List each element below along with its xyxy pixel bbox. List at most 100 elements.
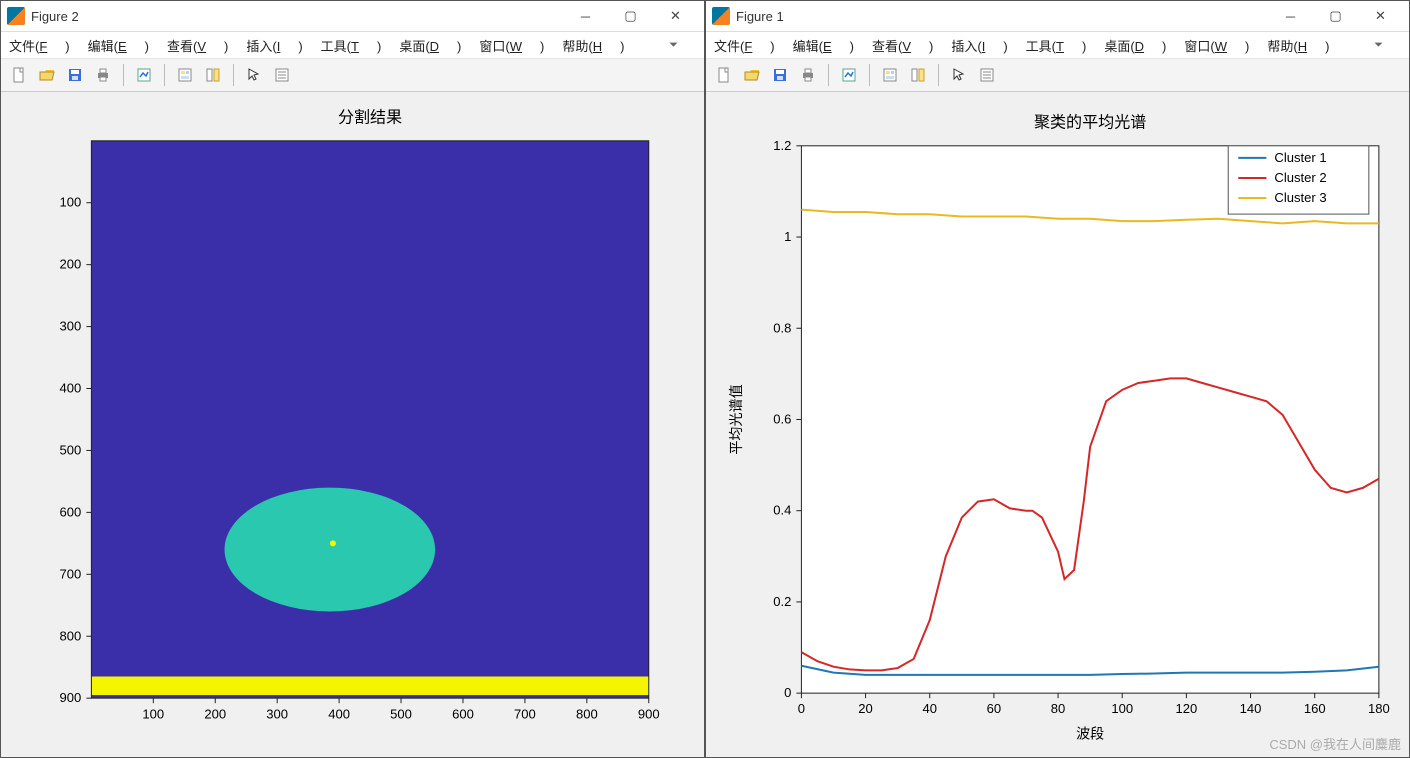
close-button[interactable]: ✕ — [1358, 2, 1403, 30]
minimize-button[interactable]: ─ — [1268, 2, 1313, 30]
x-tick-label: 60 — [987, 701, 1002, 716]
toolbar[interactable] — [706, 59, 1409, 92]
y-tick-label: 1.2 — [773, 138, 791, 153]
chart-title: 聚类的平均光谱 — [1034, 114, 1146, 132]
menu-item[interactable]: 文件(F) — [9, 36, 70, 55]
menu-item[interactable]: 查看(V) — [167, 36, 228, 55]
x-tick-label: 200 — [204, 706, 226, 721]
desktop: Figure 2 ─ ▢ ✕ 文件(F) 编辑(E) 查看(V) 插入(I) 工具(T)… — [0, 0, 1410, 758]
data-cursor-icon[interactable] — [173, 63, 197, 87]
x-tick-label: 0 — [798, 701, 805, 716]
menu-item[interactable]: 文件(F) — [714, 36, 775, 55]
new-icon[interactable] — [712, 63, 736, 87]
menu-item[interactable]: 桌面(D) — [1104, 36, 1166, 55]
menu-item[interactable]: 编辑(E) — [793, 36, 854, 55]
menubar-overflow-icon[interactable]: ⏷ — [1374, 39, 1383, 52]
y-tick-label: 300 — [60, 319, 82, 334]
figure-1-window: Figure 1 ─ ▢ ✕ 文件(F) 编辑(E) 查看(V) 插入(I) 工具(T)… — [705, 0, 1410, 758]
menu-item[interactable]: 工具(T) — [1026, 36, 1087, 55]
figure-2-window: Figure 2 ─ ▢ ✕ 文件(F) 编辑(E) 查看(V) 插入(I) 工具(T)… — [0, 0, 705, 758]
menu-item[interactable]: 插入(I) — [951, 36, 1007, 55]
x-tick-label: 140 — [1240, 701, 1262, 716]
pointer-icon[interactable] — [242, 63, 266, 87]
menubar[interactable]: 文件(F) 编辑(E) 查看(V) 插入(I) 工具(T) 桌面(D) 窗口(W) 帮助(H)… — [1, 32, 704, 59]
x-tick-label: 40 — [922, 701, 937, 716]
x-tick-label: 300 — [266, 706, 288, 721]
spectra-chart: 聚类的平均光谱 0 20 40 60 80 100 120 140 160 180 0 0.2 0.4 0.… — [706, 92, 1409, 757]
legend-label: Cluster 2 — [1274, 170, 1326, 185]
new-icon[interactable] — [7, 63, 31, 87]
y-tick-label: 100 — [60, 195, 82, 210]
save-icon[interactable] — [63, 63, 87, 87]
data-cursor-icon[interactable] — [878, 63, 902, 87]
x-tick-label: 120 — [1175, 701, 1197, 716]
x-tick-label: 160 — [1304, 701, 1326, 716]
y-tick-label: 0.6 — [773, 411, 791, 426]
x-tick-label: 100 — [142, 706, 164, 721]
minimize-button[interactable]: ─ — [563, 2, 608, 30]
y-tick-label: 600 — [60, 504, 82, 519]
menu-item[interactable]: 插入(I) — [246, 36, 302, 55]
toolbar[interactable] — [1, 59, 704, 92]
menu-item[interactable]: 帮助(H) — [1267, 36, 1329, 55]
menu-item[interactable]: 查看(V) — [872, 36, 933, 55]
menu-item[interactable]: 窗口(W) — [479, 36, 544, 55]
plot-area: 分割结果 100 200 300 400 500 600 700 800 900 100 200 300… — [1, 92, 704, 757]
x-tick-label: 80 — [1051, 701, 1066, 716]
y-tick-label: 900 — [60, 690, 82, 705]
y-tick-label: 0 — [784, 685, 791, 700]
axes-box — [801, 146, 1378, 693]
menubar[interactable]: 文件(F) 编辑(E) 查看(V) 插入(I) 工具(T) 桌面(D) 窗口(W) 帮助(H)… — [706, 32, 1409, 59]
x-tick-label: 700 — [514, 706, 536, 721]
y-tick-label: 200 — [60, 257, 82, 272]
print-icon[interactable] — [91, 63, 115, 87]
y-tick-label: 400 — [60, 381, 82, 396]
menu-item[interactable]: 帮助(H) — [562, 36, 624, 55]
print-icon[interactable] — [796, 63, 820, 87]
segmentation-chart: 分割结果 100 200 300 400 500 600 700 800 900 100 200 300… — [1, 92, 704, 757]
region-speck — [330, 540, 336, 546]
print-figure-icon[interactable] — [837, 63, 861, 87]
x-tick-label: 800 — [576, 706, 598, 721]
edit-plot-icon[interactable] — [975, 63, 999, 87]
menu-item[interactable]: 工具(T) — [321, 36, 382, 55]
window-title: Figure 1 — [736, 9, 784, 24]
region-strip — [91, 676, 648, 695]
matlab-logo-icon — [7, 7, 25, 25]
edit-plot-icon[interactable] — [270, 63, 294, 87]
chart-title: 分割结果 — [338, 109, 402, 127]
print-figure-icon[interactable] — [132, 63, 156, 87]
x-axis-label: 波段 — [1076, 725, 1104, 741]
legend-label: Cluster 1 — [1274, 150, 1326, 165]
y-tick-label: 0.4 — [773, 503, 791, 518]
x-tick-label: 20 — [858, 701, 873, 716]
titlebar[interactable]: Figure 2 ─ ▢ ✕ — [1, 1, 704, 32]
open-icon[interactable] — [35, 63, 59, 87]
x-tick-label: 600 — [452, 706, 474, 721]
region-blob — [225, 488, 436, 612]
pointer-icon[interactable] — [947, 63, 971, 87]
x-tick-label: 500 — [390, 706, 412, 721]
y-tick-label: 0.2 — [773, 594, 791, 609]
region-background — [91, 141, 648, 698]
y-tick-label: 0.8 — [773, 320, 791, 335]
close-button[interactable]: ✕ — [653, 2, 698, 30]
open-icon[interactable] — [740, 63, 764, 87]
menu-item[interactable]: 窗口(W) — [1184, 36, 1249, 55]
y-tick-label: 1 — [784, 229, 791, 244]
titlebar[interactable]: Figure 1 ─ ▢ ✕ — [706, 1, 1409, 32]
maximize-button[interactable]: ▢ — [1313, 2, 1358, 30]
plot-area: 聚类的平均光谱 0 20 40 60 80 100 120 140 160 180 0 0.2 0.4 0.… — [706, 92, 1409, 757]
y-axis-label: 平均光谱值 — [728, 384, 744, 454]
menu-item[interactable]: 编辑(E) — [88, 36, 149, 55]
save-icon[interactable] — [768, 63, 792, 87]
maximize-button[interactable]: ▢ — [608, 2, 653, 30]
link-icon[interactable] — [906, 63, 930, 87]
menu-item[interactable]: 桌面(D) — [399, 36, 461, 55]
x-tick-label: 100 — [1111, 701, 1133, 716]
link-icon[interactable] — [201, 63, 225, 87]
x-tick-label: 900 — [638, 706, 660, 721]
x-tick-label: 180 — [1368, 701, 1390, 716]
menubar-overflow-icon[interactable]: ⏷ — [669, 39, 678, 52]
y-tick-label: 700 — [60, 566, 82, 581]
